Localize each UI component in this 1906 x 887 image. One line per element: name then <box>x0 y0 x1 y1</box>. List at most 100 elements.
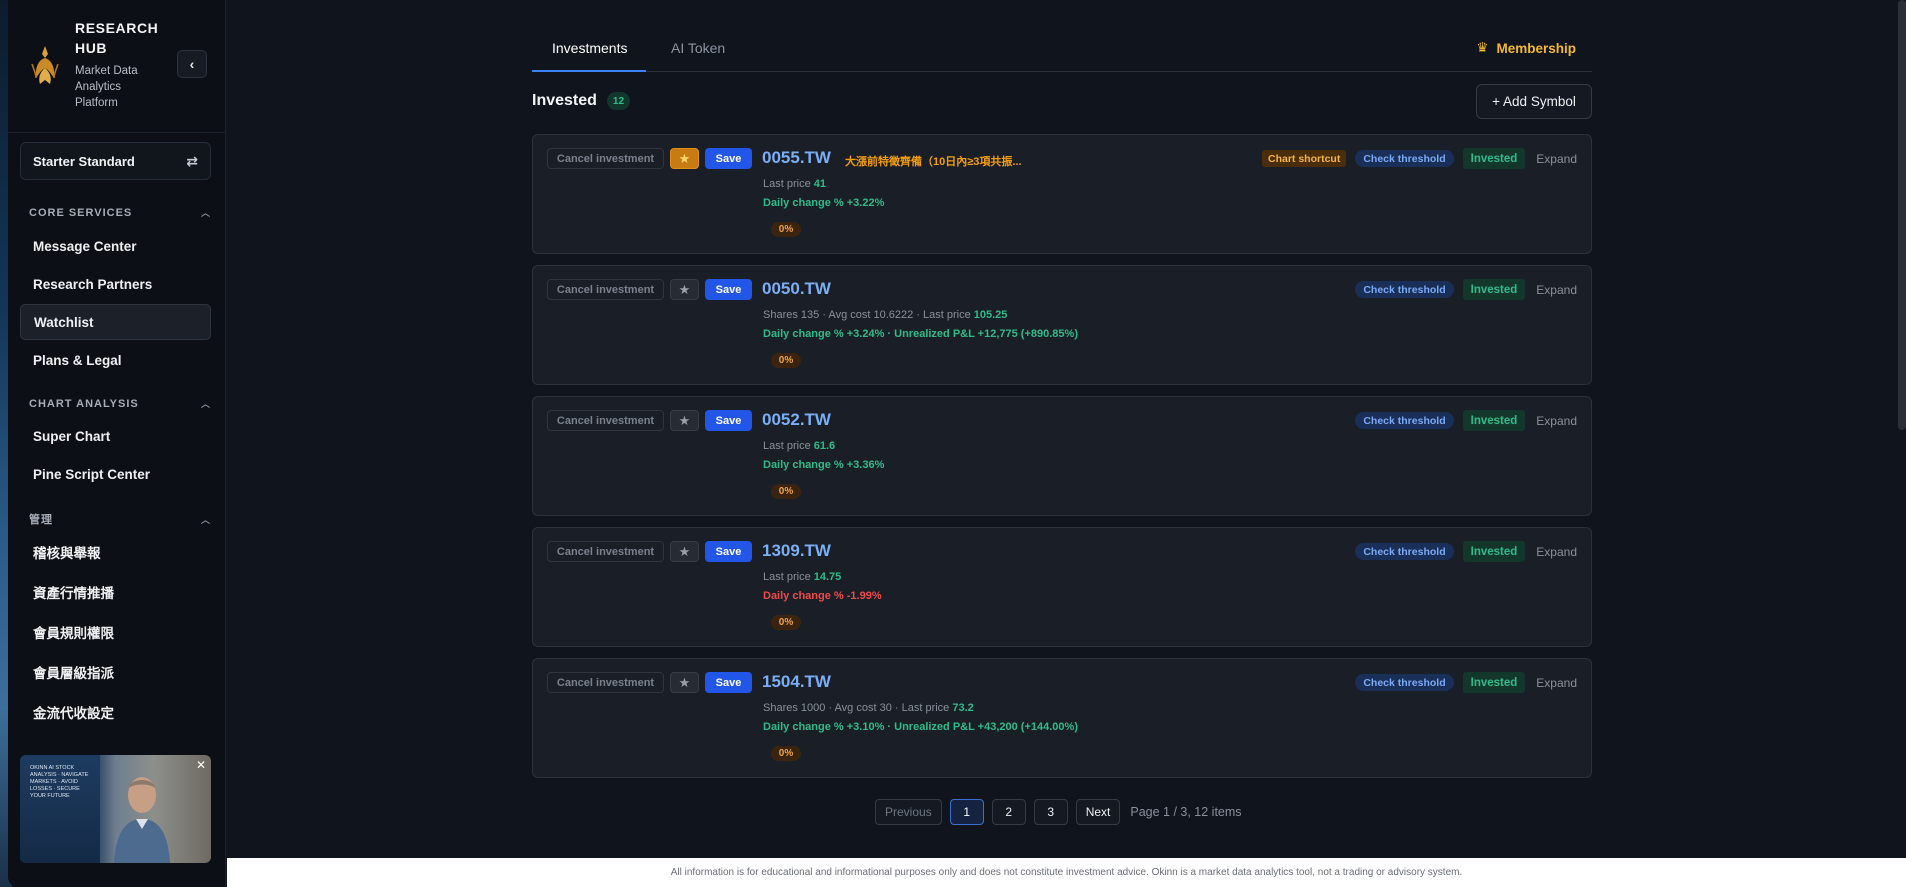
check-threshold-button[interactable]: Check threshold <box>1355 412 1454 429</box>
plan-label: Starter Standard <box>33 153 135 169</box>
position-meta: Shares 135 · Avg cost 10.6222 · Last pri… <box>763 309 1007 321</box>
invested-status-badge: Invested <box>1462 148 1526 169</box>
plan-selector[interactable]: Starter Standard ⇄ <box>20 142 211 180</box>
promo-panel: OKINN AI STOCK ANALYSIS · NAVIGATE MARKE… <box>20 755 100 863</box>
invested-status-badge: Invested <box>1462 410 1526 431</box>
expand-button[interactable]: Expand <box>1536 152 1577 166</box>
check-threshold-button[interactable]: Check threshold <box>1355 150 1454 167</box>
meta-prefix: Last price <box>763 440 814 452</box>
favorite-star-button[interactable]: ★ <box>670 279 699 300</box>
last-price-value: 41 <box>813 178 826 190</box>
cancel-investment-button[interactable]: Cancel investment <box>547 410 664 431</box>
star-icon: ★ <box>678 543 691 559</box>
active-tab-indicator <box>532 70 646 72</box>
save-button[interactable]: Save <box>705 279 752 300</box>
cancel-investment-button[interactable]: Cancel investment <box>547 279 664 300</box>
promo-text: OKINN AI STOCK ANALYSIS · NAVIGATE MARKE… <box>30 765 89 799</box>
progress-pill: 0% <box>771 222 801 237</box>
last-price-value: 61.6 <box>813 440 836 452</box>
presenter-image <box>114 777 170 863</box>
section-chart-analysis[interactable]: CHART ANALYSIS ︿ <box>29 397 211 410</box>
position-meta: Last price 14.75 <box>763 571 841 583</box>
save-button[interactable]: Save <box>705 410 752 431</box>
symbol-link[interactable]: 1309.TW <box>762 541 831 561</box>
close-icon[interactable]: ✕ <box>196 758 206 772</box>
card-actions: Chart shortcut Check threshold Invested Exp… <box>1262 148 1577 169</box>
page-2-button[interactable]: 2 <box>991 799 1026 825</box>
invested-count-badge: 12 <box>606 92 631 110</box>
invested-title: Invested <box>532 92 597 109</box>
sidebar-item-member-tiers[interactable]: 會員層級指派 <box>20 654 211 690</box>
page-1-button[interactable]: 1 <box>949 799 984 825</box>
sidebar-item-payment-settings[interactable]: 金流代收設定 <box>20 694 211 730</box>
chevron-up-icon: ︿ <box>200 399 211 409</box>
sidebar-item-message-center[interactable]: Message Center <box>20 228 211 264</box>
sidebar-item-research-partners[interactable]: Research Partners <box>20 266 211 302</box>
last-price-value: 14.75 <box>813 571 842 583</box>
card-actions: Check threshold Invested Expand <box>1355 541 1577 562</box>
save-button[interactable]: Save <box>705 148 752 169</box>
save-button[interactable]: Save <box>705 672 752 693</box>
chevron-left-icon: ‹ <box>189 56 195 72</box>
sidebar-item-audit-report[interactable]: 稽核與舉報 <box>20 534 211 570</box>
check-threshold-button[interactable]: Check threshold <box>1355 543 1454 560</box>
meta-prefix: Shares 1000 · Avg cost 30 · Last price <box>763 702 953 714</box>
favorite-star-button[interactable]: ★ <box>670 410 699 431</box>
symbol-link[interactable]: 0055.TW <box>762 148 831 168</box>
investment-card: Cancel investment ★ Save 0050.TW Shares 135 … <box>532 265 1592 385</box>
favorite-star-button[interactable]: ★ <box>670 541 699 562</box>
promo-video[interactable]: OKINN AI STOCK ANALYSIS · NAVIGATE MARKE… <box>20 755 211 863</box>
symbol-link[interactable]: 0050.TW <box>762 279 831 299</box>
cancel-investment-button[interactable]: Cancel investment <box>547 541 664 562</box>
cancel-investment-button[interactable]: Cancel investment <box>547 672 664 693</box>
chart-shortcut-button[interactable]: Chart shortcut <box>1262 150 1347 167</box>
tab-investments[interactable]: Investments <box>552 40 627 56</box>
position-meta: Shares 1000 · Avg cost 30 · Last price 7… <box>763 702 974 714</box>
sidebar-item-pine-script-center[interactable]: Pine Script Center <box>20 456 211 492</box>
previous-page-button[interactable]: Previous <box>875 799 942 825</box>
add-symbol-button[interactable]: + Add Symbol <box>1476 84 1592 119</box>
collapse-sidebar-button[interactable]: ‹ <box>177 50 207 78</box>
invested-status-badge: Invested <box>1462 672 1526 693</box>
progress-pill: 0% <box>771 746 801 761</box>
favorite-star-button[interactable]: ★ <box>670 672 699 693</box>
investment-card: Cancel investment ★ Save 0052.TW Last price … <box>532 396 1592 516</box>
membership-label: Membership <box>1496 40 1576 56</box>
cancel-investment-button[interactable]: Cancel investment <box>547 148 664 169</box>
favorite-star-button[interactable]: ★ <box>670 148 699 169</box>
star-icon: ★ <box>678 412 691 428</box>
sidebar-item-member-rules[interactable]: 會員規則權限 <box>20 614 211 650</box>
card-actions: Check threshold Invested Expand <box>1355 410 1577 431</box>
page-3-button[interactable]: 3 <box>1033 799 1068 825</box>
expand-button[interactable]: Expand <box>1536 676 1577 690</box>
position-meta: Last price 41 <box>763 178 826 190</box>
investment-card: Cancel investment ★ Save 1504.TW Shares 1000… <box>532 658 1592 778</box>
expand-button[interactable]: Expand <box>1536 414 1577 428</box>
section-core-services[interactable]: CORE SERVICES ︿ <box>29 206 211 219</box>
sidebar-item-watchlist[interactable]: Watchlist <box>20 304 211 340</box>
section-admin[interactable]: 管理 ︿ <box>29 511 211 527</box>
chevron-up-icon: ︿ <box>200 514 211 525</box>
pagination: Previous 1 2 3 Next Page 1 / 3, 12 items <box>875 799 1242 825</box>
save-button[interactable]: Save <box>705 541 752 562</box>
brand-subtitle: Market Data Analytics Platform <box>75 65 138 109</box>
check-threshold-button[interactable]: Check threshold <box>1355 674 1454 691</box>
star-icon: ★ <box>678 150 691 166</box>
card-actions: Check threshold Invested Expand <box>1355 672 1577 693</box>
daily-change: Daily change % +3.22% <box>763 197 885 209</box>
membership-link[interactable]: ♛ Membership <box>1476 40 1576 56</box>
check-threshold-button[interactable]: Check threshold <box>1355 281 1454 298</box>
investment-card: Cancel investment ★ Save 1309.TW Last price … <box>532 527 1592 647</box>
sidebar-item-asset-push[interactable]: 資產行情推播 <box>20 574 211 610</box>
star-icon: ★ <box>678 281 691 297</box>
expand-button[interactable]: Expand <box>1536 545 1577 559</box>
symbol-link[interactable]: 1504.TW <box>762 672 831 692</box>
sidebar-item-super-chart[interactable]: Super Chart <box>20 418 211 454</box>
sidebar-item-plans-legal[interactable]: Plans & Legal <box>20 342 211 378</box>
tab-ai-token[interactable]: AI Token <box>671 40 725 56</box>
page-scrollbar[interactable] <box>1898 0 1906 430</box>
investment-card: Cancel investment ★ Save 0055.TW 大漲前特徵齊備（10日… <box>532 134 1592 254</box>
next-page-button[interactable]: Next <box>1075 799 1121 825</box>
symbol-link[interactable]: 0052.TW <box>762 410 831 430</box>
expand-button[interactable]: Expand <box>1536 283 1577 297</box>
